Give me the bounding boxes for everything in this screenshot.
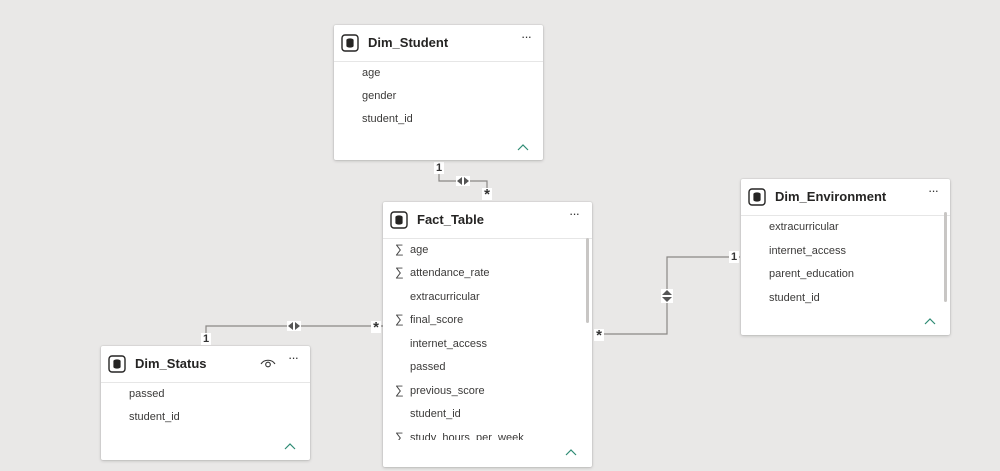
table-card-header[interactable]: Fact_Table ··· [383, 202, 592, 239]
bidirectional-filter-icon[interactable] [661, 289, 673, 303]
field-item[interactable]: ∑ previous_score [383, 381, 592, 403]
field-name: extracurricular [410, 291, 480, 303]
chevron-up-icon[interactable] [923, 316, 937, 326]
table-icon [341, 34, 359, 52]
sum-icon: ∑ [395, 383, 404, 397]
field-name: student_id [410, 408, 461, 420]
more-options-icon[interactable]: ··· [284, 351, 302, 370]
field-name: student_id [362, 113, 413, 125]
field-item[interactable]: passed [383, 357, 592, 379]
eye-icon[interactable] [260, 356, 276, 370]
table-card-fact-table[interactable]: Fact_Table ··· ∑ age ∑ attendance_rate ext… [383, 202, 592, 467]
field-item[interactable]: ∑ final_score [383, 310, 592, 332]
field-item[interactable]: student_id [334, 109, 543, 131]
field-name: passed [410, 361, 446, 373]
sum-icon: ∑ [395, 430, 404, 440]
field-item[interactable]: student_id [101, 407, 310, 429]
field-name: internet_access [410, 338, 488, 350]
bidirectional-filter-icon[interactable] [287, 321, 301, 331]
table-title: Dim_Environment [775, 189, 887, 204]
more-options-icon[interactable]: ··· [565, 207, 583, 226]
field-item[interactable]: ∑ age [383, 240, 592, 262]
field-name: gender [362, 90, 397, 102]
chevron-up-icon[interactable] [516, 142, 530, 152]
field-list: passed student_id [101, 384, 310, 434]
field-list: extracurricular internet_access parent_e… [741, 217, 950, 312]
table-icon [748, 188, 766, 206]
field-name: internet_access [769, 245, 847, 257]
field-name: age [410, 244, 429, 256]
field-name: student_id [769, 292, 820, 304]
field-item[interactable]: gender [334, 86, 543, 108]
field-name: study_hours_per_week [410, 432, 524, 440]
field-item[interactable]: extracurricular [383, 287, 592, 309]
table-icon [390, 211, 408, 229]
sum-icon: ∑ [395, 265, 404, 279]
cardinality-many-student: * [482, 187, 492, 202]
field-name: attendance_rate [410, 267, 490, 279]
table-card-dim-environment[interactable]: Dim_Environment ··· extracurricular inte… [741, 179, 950, 335]
field-list: age gender student_id [334, 63, 543, 153]
table-card-header[interactable]: Dim_Student ··· [334, 25, 543, 62]
sum-icon: ∑ [395, 312, 404, 326]
cardinality-many-status: * [371, 320, 381, 335]
field-name: passed [129, 388, 165, 400]
bidirectional-filter-icon[interactable] [456, 176, 470, 186]
field-name: extracurricular [769, 221, 839, 233]
field-item[interactable]: student_id [741, 288, 950, 310]
field-list: ∑ age ∑ attendance_rate extracurricular ∑ f… [383, 240, 592, 440]
table-title: Dim_Status [135, 356, 207, 371]
table-icon [108, 355, 126, 373]
cardinality-one-environment: 1 [729, 251, 739, 263]
table-card-header[interactable]: Dim_Environment ··· [741, 179, 950, 216]
table-title: Dim_Student [368, 35, 449, 50]
sum-icon: ∑ [395, 242, 404, 256]
field-item[interactable]: parent_education [741, 264, 950, 286]
more-options-icon[interactable]: ··· [517, 30, 535, 49]
more-options-icon[interactable]: ··· [924, 184, 942, 203]
table-card-header[interactable]: Dim_Status ··· [101, 346, 310, 383]
model-canvas[interactable]: 1 * 1 * 1 * Dim_Student ··· age gender s… [0, 0, 1000, 471]
field-item[interactable]: ∑ attendance_rate [383, 263, 592, 285]
chevron-up-icon[interactable] [564, 447, 578, 457]
field-item[interactable]: ∑ study_hours_per_week [383, 428, 592, 440]
field-name: final_score [410, 314, 464, 326]
field-name: parent_education [769, 268, 855, 280]
field-item[interactable]: passed [101, 384, 310, 406]
field-item[interactable]: age [334, 63, 543, 85]
table-card-dim-student[interactable]: Dim_Student ··· age gender student_id [334, 25, 543, 160]
field-list-scrollbar[interactable] [944, 212, 947, 302]
cardinality-one-status: 1 [201, 333, 211, 345]
field-list-scrollbar[interactable] [586, 238, 589, 323]
table-card-dim-status[interactable]: Dim_Status ··· passed student_id [101, 346, 310, 460]
table-title: Fact_Table [417, 212, 484, 227]
field-name: student_id [129, 411, 180, 423]
field-item[interactable]: student_id [383, 404, 592, 426]
field-name: age [362, 67, 381, 79]
field-item[interactable]: internet_access [383, 334, 592, 356]
field-name: previous_score [410, 385, 485, 397]
field-item[interactable]: internet_access [741, 241, 950, 263]
cardinality-many-environment: * [594, 328, 604, 343]
chevron-up-icon[interactable] [283, 441, 297, 451]
cardinality-one-student: 1 [434, 162, 444, 174]
field-item[interactable]: extracurricular [741, 217, 950, 239]
